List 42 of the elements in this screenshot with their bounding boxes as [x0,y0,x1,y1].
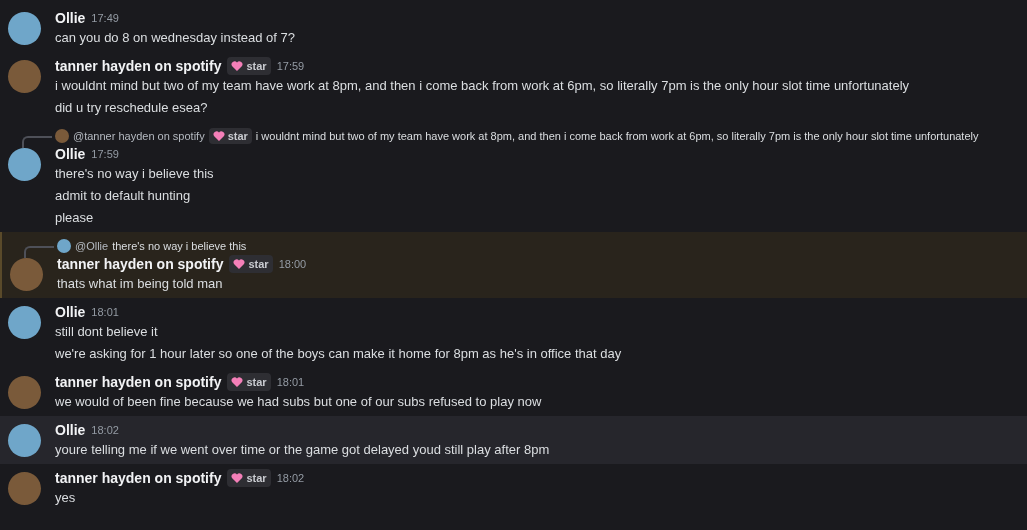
message-text: can you do 8 on wednesday instead of 7? [55,29,296,47]
role-label: star [246,58,267,74]
role-label: star [246,470,267,486]
username: tanner hayden on spotify [55,372,222,392]
message-text: yes [55,489,77,507]
heart-icon [231,472,244,484]
heart-icon [233,258,246,270]
timestamp: 18:02 [91,422,119,438]
message-text: we're asking for 1 hour later so one of the boys can make it home for 8pm as he's in office that day [55,345,623,363]
role-label: star [248,256,269,272]
username: tanner hayden on spotify [57,254,224,274]
message-text: thats what im being told man [57,275,224,293]
heart-icon [231,60,244,72]
reply-author: @Ollie [75,238,109,254]
username: tanner hayden on spotify [55,56,222,76]
role-label: star [227,128,248,144]
role-label: star [246,374,267,390]
message-text: admit to default hunting [55,187,192,205]
username: tanner hayden on spotify [55,468,222,488]
timestamp: 18:01 [276,374,305,390]
username: Ollie [55,8,86,28]
message-text: still dont believe it [55,323,159,341]
message-text: i wouldnt mind but two of my team have work at 8pm, and then i come back from work at 6pm, so literally 7pm is the only hour slot time unfortunately [55,77,911,95]
message-text: youre telling me if we went over time or the game got delayed youd still play after 8pm [55,441,551,459]
message-text: please [55,209,95,227]
message-text: there's no way i believe this [55,165,215,183]
reply-author: @tanner hayden on spotify [73,128,205,144]
timestamp: 18:02 [276,470,305,486]
heart-icon [212,130,225,142]
timestamp: 17:49 [91,10,119,26]
username: Ollie [55,144,86,164]
timestamp: 18:00 [278,256,307,272]
reply-preview: there's no way i believe this [112,238,247,254]
heart-icon [231,376,244,388]
username: Ollie [55,420,86,440]
timestamp: 17:59 [276,58,305,74]
username: Ollie [55,302,86,322]
timestamp: 17:59 [91,146,119,162]
message-text: we would of been fine because we had subs but one of our subs refused to play now [55,393,543,411]
reply-preview: i wouldnt mind but two of my team have work at 8pm, and then i come back from work at 6pm, so literally 7pm is the only hour slot time unfortunately [255,128,979,144]
timestamp: 18:01 [91,304,119,320]
message-text: did u try reschedule esea? [55,99,209,117]
